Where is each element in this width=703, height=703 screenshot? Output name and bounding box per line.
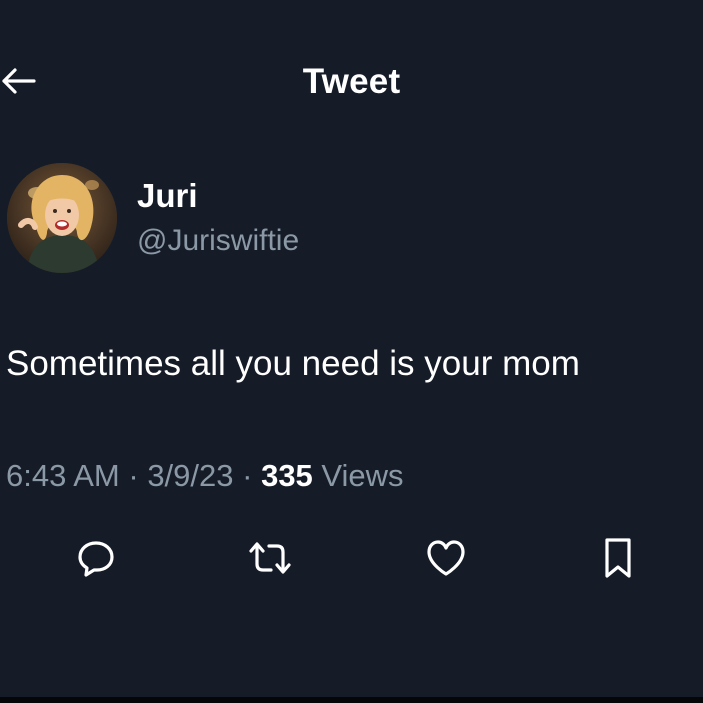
views-label: Views: [312, 458, 404, 493]
page-title: Tweet: [302, 62, 401, 101]
author-handle[interactable]: @Juriswiftie: [137, 224, 299, 258]
like-button[interactable]: [422, 536, 470, 584]
tweet-date: 3/9/23: [147, 458, 234, 493]
reply-icon: [75, 537, 117, 584]
views-count[interactable]: 335: [261, 458, 313, 493]
tweet-screen: Tweet Juri @Juriswiftie Sometimes all yo…: [0, 0, 703, 703]
bottom-divider: [0, 697, 703, 703]
retweet-icon: [247, 537, 293, 584]
bookmark-icon: [600, 536, 636, 585]
author-display-name[interactable]: Juri: [137, 177, 198, 215]
meta-separator: ·: [233, 458, 262, 493]
like-icon: [424, 538, 468, 583]
reply-button[interactable]: [72, 536, 120, 584]
tweet-text: Sometimes all you need is your mom: [6, 344, 580, 383]
retweet-button[interactable]: [246, 536, 294, 584]
bookmark-button[interactable]: [594, 536, 642, 584]
meta-separator: ·: [119, 458, 148, 493]
tweet-time: 6:43 AM: [6, 458, 120, 493]
avatar[interactable]: [7, 163, 117, 273]
tweet-meta: 6:43 AM · 3/9/23 · 335 Views: [6, 458, 404, 494]
